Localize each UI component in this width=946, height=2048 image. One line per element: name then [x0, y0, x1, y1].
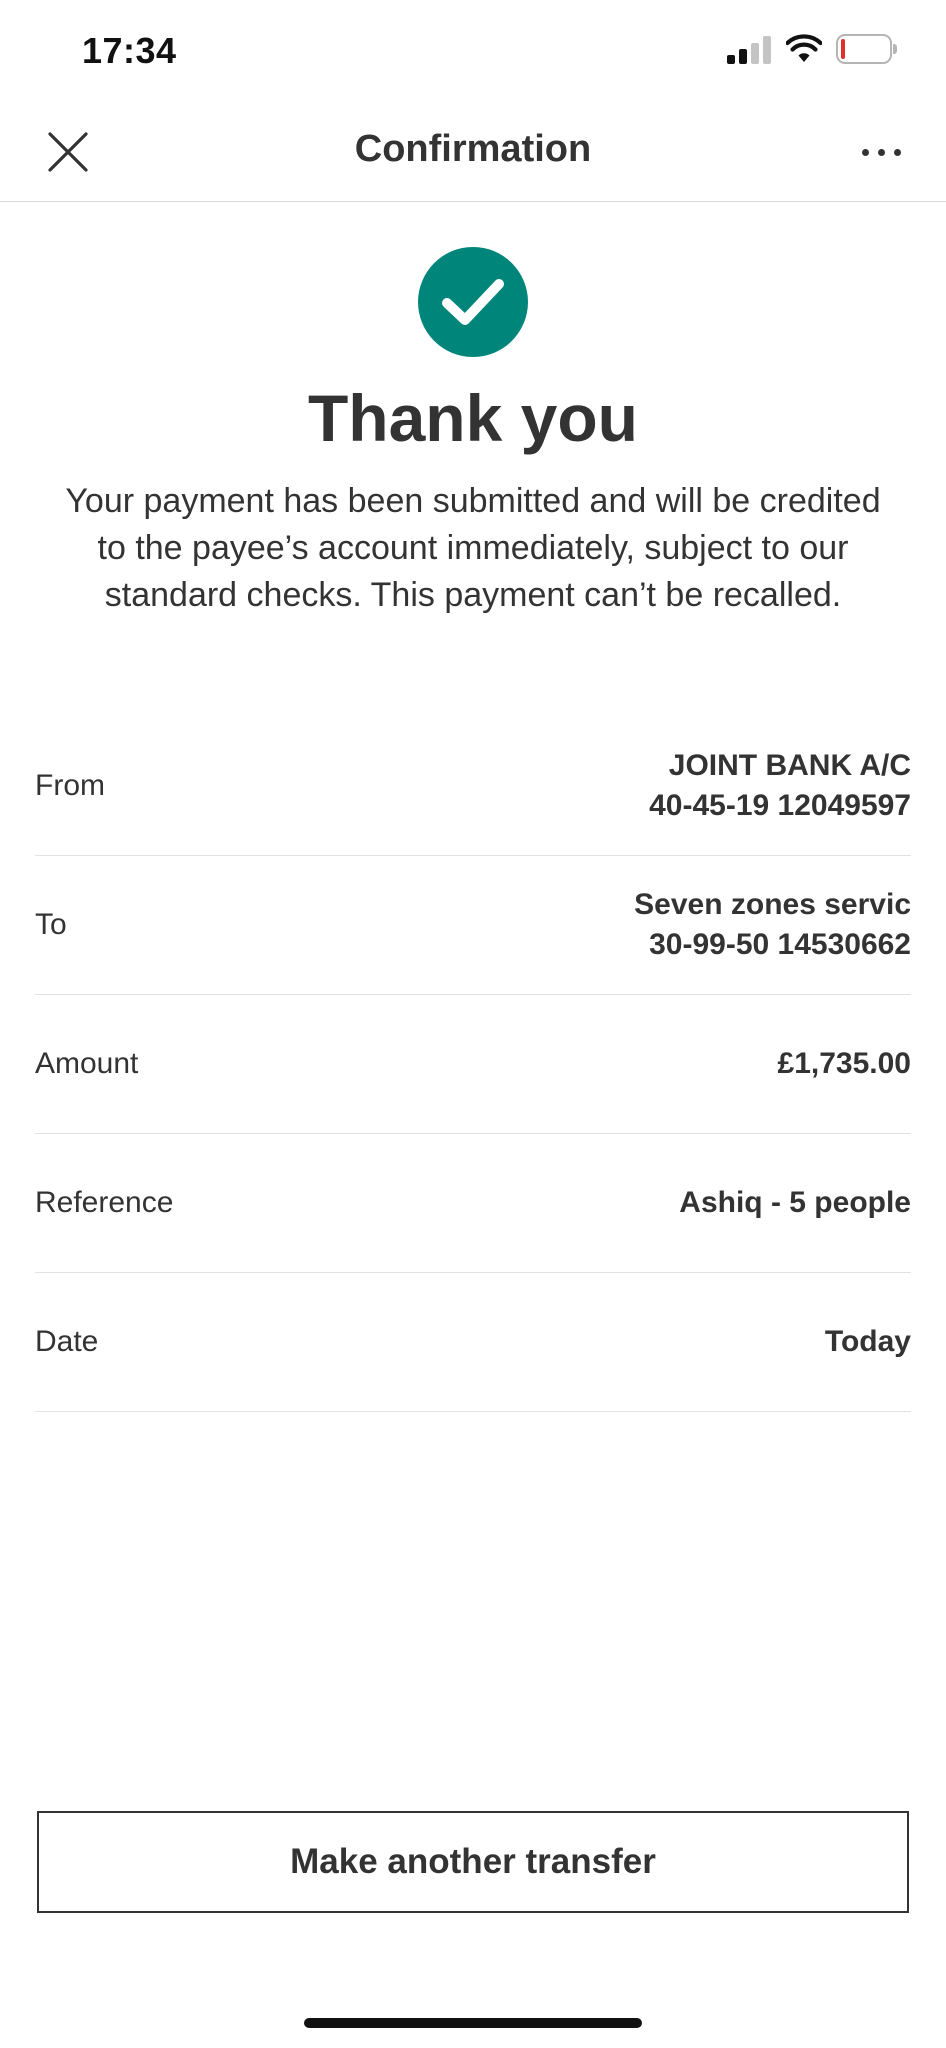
from-account-name: JOINT BANK A/C [668, 749, 911, 782]
more-options-button[interactable] [848, 130, 914, 174]
detail-row-date: Date Today [35, 1273, 911, 1412]
detail-row-reference: Reference Ashiq - 5 people [35, 1134, 911, 1273]
date-label: Date [35, 1325, 99, 1358]
payee-account-number: 30-99-50 14530662 [649, 928, 911, 961]
from-label: From [35, 769, 105, 802]
battery-low-icon [836, 34, 898, 64]
header: Confirmation [0, 100, 946, 202]
checkmark-circle-icon [418, 247, 528, 357]
detail-row-from: From JOINT BANK A/C 40-45-19 12049597 [35, 717, 911, 856]
page-title: Confirmation [354, 128, 592, 170]
amount-label: Amount [35, 1047, 139, 1080]
from-value: JOINT BANK A/C 40-45-19 12049597 [649, 746, 911, 826]
success-heading: Thank you [307, 381, 639, 455]
make-another-transfer-button[interactable]: Make another transfer [37, 1811, 909, 1913]
from-account-number: 40-45-19 12049597 [649, 789, 911, 822]
detail-row-amount: Amount £1,735.00 [35, 995, 911, 1134]
confirmation-screen: 17:34 Confirmation Thank you Your paymen… [0, 0, 946, 2048]
status-time: 17:34 [82, 30, 177, 71]
reference-value: Ashiq - 5 people [679, 1186, 911, 1219]
more-horizontal-icon [861, 148, 869, 156]
amount-value: £1,735.00 [777, 1047, 911, 1080]
status-bar: 17:34 [0, 0, 946, 100]
success-message: Your payment has been submitted and will… [65, 482, 881, 614]
to-value: Seven zones servic 30-99-50 14530662 [634, 885, 911, 965]
payee-name: Seven zones servic [634, 888, 911, 921]
cellular-signal-icon [727, 36, 773, 64]
wifi-icon [785, 34, 823, 64]
date-value: Today [824, 1325, 911, 1358]
home-indicator[interactable] [304, 2018, 642, 2028]
to-label: To [35, 908, 67, 941]
payment-details: From JOINT BANK A/C 40-45-19 12049597 To… [35, 717, 911, 1412]
reference-label: Reference [35, 1186, 174, 1219]
detail-row-to: To Seven zones servic 30-99-50 14530662 [35, 856, 911, 995]
